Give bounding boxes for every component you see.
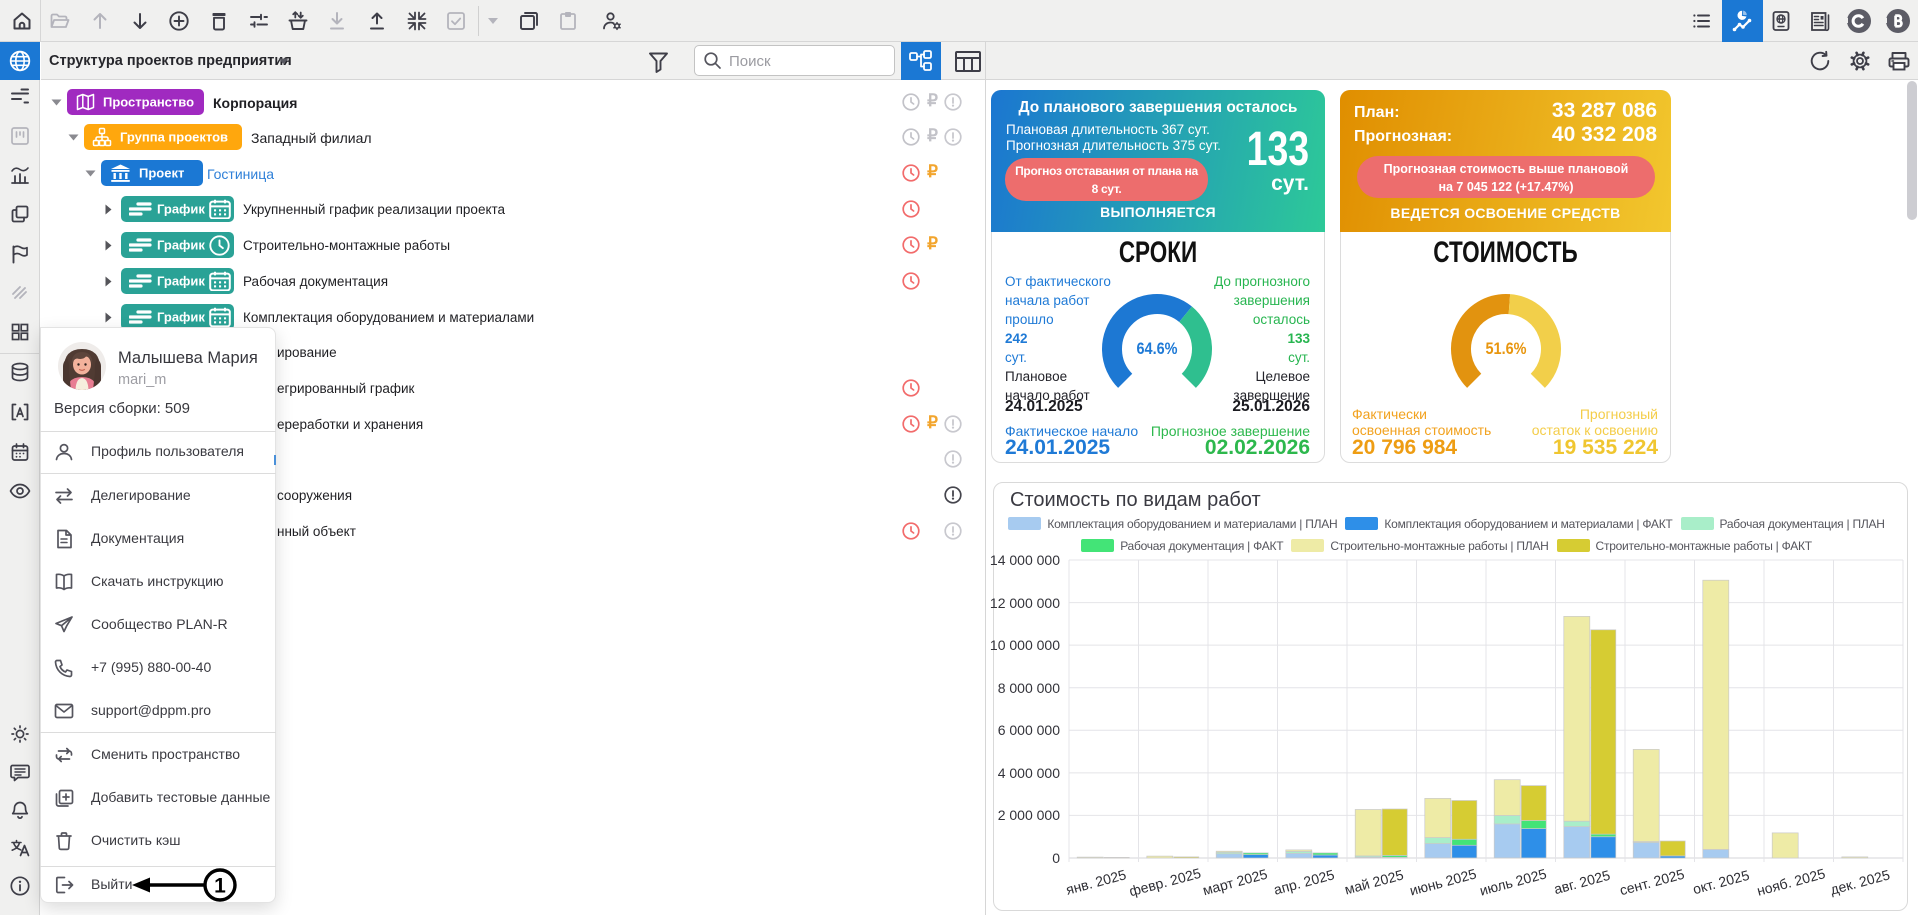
svg-text:1: 1 — [214, 875, 226, 898]
